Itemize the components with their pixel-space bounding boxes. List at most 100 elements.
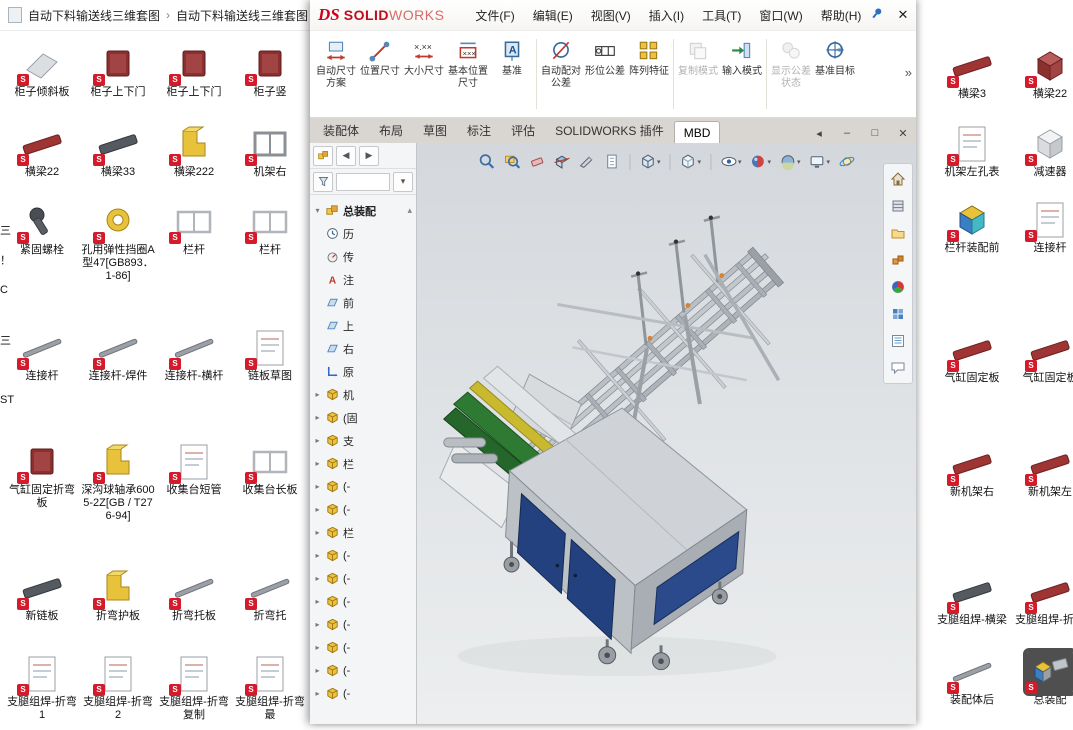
menu-item-3[interactable]: 插入(I) — [642, 3, 691, 28]
desktop-icon-right-3[interactable]: S 减速器 — [1012, 124, 1073, 200]
tree-item-14[interactable]: ▸ (- — [313, 544, 416, 567]
tree-item-9[interactable]: ▸ 支 — [313, 429, 416, 452]
desktop-icon-left-25[interactable]: S 支腿组焊-折弯2 — [80, 654, 156, 730]
desktop-icon-right-6[interactable]: S 气缸固定板 — [934, 330, 1010, 444]
desktop-icon-right-8[interactable]: S 新机架右 — [934, 444, 1010, 572]
tree-item-2[interactable]: A 注 — [313, 268, 416, 291]
desktop-icon-left-9[interactable]: S 孔用弹性挡圈A型47[GB893．1-86] — [80, 202, 156, 328]
ribbon-button-2[interactable]: ×.×× 大小尺寸 — [402, 31, 446, 117]
breadcrumb-item[interactable]: 自动下料输送线三维套图 — [176, 7, 308, 24]
appearance-wheel-icon[interactable] — [887, 276, 909, 298]
tree-item-4[interactable]: 上 — [313, 314, 416, 337]
home-icon[interactable] — [887, 168, 909, 190]
desktop-icon-right-2[interactable]: S 机架左孔表 — [934, 124, 1010, 200]
tree-item-8[interactable]: ▸ (固 — [313, 406, 416, 429]
grid-view-icon[interactable] — [887, 303, 909, 325]
tree-item-16[interactable]: ▸ (- — [313, 590, 416, 613]
desktop-icon-left-2[interactable]: S 柜子上下门 — [156, 44, 232, 124]
desktop-icon-left-3[interactable]: S 柜子竖 — [232, 44, 308, 124]
menu-item-0[interactable]: 文件(F) — [468, 3, 521, 28]
menu-item-2[interactable]: 视图(V) — [584, 3, 638, 28]
desktop-icon-left-22[interactable]: S 折弯托板 — [156, 568, 232, 654]
desktop-icon-right-4[interactable]: S 栏杆装配前 — [934, 200, 1010, 330]
tree-root[interactable]: ▾ 总装配 ▴ — [313, 199, 416, 222]
tab-6[interactable]: MBD — [674, 121, 721, 143]
desktop-icon-right-7[interactable]: S 气缸固定板 — [1012, 330, 1073, 444]
view-settings-icon[interactable]: ▾ — [807, 151, 833, 172]
ribbon-overflow-button[interactable]: » — [905, 65, 912, 80]
breadcrumb-item[interactable]: 自动下料输送线三维套图 — [28, 7, 160, 24]
desktop-icon-left-10[interactable]: S 栏杆 — [156, 202, 232, 328]
tree-item-12[interactable]: ▸ (- — [313, 498, 416, 521]
menu-item-6[interactable]: 帮助(H) — [814, 3, 869, 28]
desktop-icon-left-12[interactable]: S 连接杆 — [4, 328, 80, 442]
desktop-icon-right-5[interactable]: S 连接杆 — [1012, 200, 1073, 330]
desktop-icon-left-5[interactable]: S 横梁33 — [80, 124, 156, 202]
ribbon-button-11[interactable]: 基准目标 — [813, 31, 857, 117]
tree-item-11[interactable]: ▸ (- — [313, 475, 416, 498]
desktop-icon-left-1[interactable]: S 柜子上下门 — [80, 44, 156, 124]
desktop-icon-left-27[interactable]: S 支腿组焊-折弯最 — [232, 654, 308, 730]
ribbon-button-9[interactable]: 输入模式 — [720, 31, 764, 117]
tab-1[interactable]: 布局 — [369, 117, 413, 143]
desktop-icon-right-12[interactable]: S 装配体后 — [934, 652, 1010, 728]
desktop-icon-right-9[interactable]: S 新机架左 — [1012, 444, 1073, 572]
tab-2[interactable]: 草图 — [413, 117, 457, 143]
desktop-icon-left-26[interactable]: S 支腿组焊-折弯复制 — [156, 654, 232, 730]
pin-icon[interactable] — [870, 6, 884, 25]
parts-icon[interactable] — [887, 249, 909, 271]
desktop-icon-left-19[interactable]: S 收集台长板 — [232, 442, 308, 568]
chevron-down-icon[interactable]: ▾ — [393, 172, 413, 192]
tree-item-3[interactable]: 前 — [313, 291, 416, 314]
desktop-icon-left-20[interactable]: S 新链板 — [4, 568, 80, 654]
desktop-icon-left-23[interactable]: S 折弯托 — [232, 568, 308, 654]
tab-5[interactable]: SOLIDWORKS 插件 — [545, 117, 674, 143]
filter-icon[interactable] — [313, 172, 333, 192]
tree-item-0[interactable]: 历 — [313, 222, 416, 245]
ribbon-button-4[interactable]: A 基准 — [490, 31, 534, 117]
desktop-icon-right-0[interactable]: S 横梁3 — [934, 46, 1010, 124]
rotate-view-icon[interactable] — [836, 151, 857, 172]
desktop-icon-right-10[interactable]: S 支腿组焊-横梁 — [934, 572, 1010, 652]
hide-show-items-icon[interactable]: ▾ — [718, 151, 744, 172]
desktop-icon-left-16[interactable]: S 气缸固定折弯板 — [4, 442, 80, 568]
drawers-icon[interactable] — [887, 195, 909, 217]
section-view-icon[interactable] — [551, 151, 572, 172]
ribbon-button-7[interactable]: 阵列特征 — [627, 31, 671, 117]
desktop-icon-left-6[interactable]: S 横梁222 — [156, 124, 232, 202]
menu-item-5[interactable]: 窗口(W) — [752, 3, 809, 28]
apply-scene-icon[interactable]: ▾ — [777, 151, 803, 172]
display-style-icon[interactable]: ▾ — [677, 151, 703, 172]
desktop-icon-left-7[interactable]: S 机架右 — [232, 124, 308, 202]
desktop-icon-left-21[interactable]: S 折弯护板 — [80, 568, 156, 654]
desktop-icon-left-17[interactable]: S 深沟球轴承6005-2Z[GB / T276-94] — [80, 442, 156, 568]
desktop-icon-left-13[interactable]: S 连接杆-焊件 — [80, 328, 156, 442]
desktop-icon-left-8[interactable]: S 紧固螺栓 — [4, 202, 80, 328]
collapse-panel-icon[interactable]: ◂ — [812, 127, 826, 140]
tree-item-19[interactable]: ▸ (- — [313, 659, 416, 682]
ribbon-button-5[interactable]: 自动配对公差 — [539, 31, 583, 117]
tree-item-5[interactable]: 右 — [313, 337, 416, 360]
annotation-views-icon[interactable] — [601, 151, 622, 172]
tree-item-6[interactable]: 原 — [313, 360, 416, 383]
zoom-fit-icon[interactable] — [476, 151, 497, 172]
assembly-tab-icon[interactable] — [313, 146, 333, 166]
desktop-icon-left-15[interactable]: S 链板草图 — [232, 328, 308, 442]
tree-item-10[interactable]: ▸ 栏 — [313, 452, 416, 475]
desktop-icon-left-18[interactable]: S 收集台短管 — [156, 442, 232, 568]
desktop-icon-left-24[interactable]: S 支腿组焊-折弯1 — [4, 654, 80, 730]
desktop-icon-left-0[interactable]: S 柜子倾斜板 — [4, 44, 80, 124]
tab-0[interactable]: 装配体 — [313, 117, 369, 143]
desktop-icon-right-1[interactable]: S 横梁22 — [1012, 46, 1073, 124]
tab-3[interactable]: 标注 — [457, 117, 501, 143]
measure-icon[interactable] — [576, 151, 597, 172]
ribbon-button-1[interactable]: 位置尺寸 — [358, 31, 402, 117]
arrow-left-icon[interactable]: ◀ — [336, 146, 356, 166]
desktop-icon-right-11[interactable]: S 支腿组焊-折弯 — [1012, 572, 1073, 652]
edit-appearance-icon[interactable]: ▾ — [748, 151, 774, 172]
zoom-area-icon[interactable] — [501, 151, 522, 172]
tree-filter-input[interactable] — [336, 173, 390, 191]
close-icon[interactable]: ✕ — [894, 7, 912, 23]
desktop-icon-left-14[interactable]: S 连接杆-横杆 — [156, 328, 232, 442]
ribbon-button-6[interactable]: 形位公差 — [583, 31, 627, 117]
